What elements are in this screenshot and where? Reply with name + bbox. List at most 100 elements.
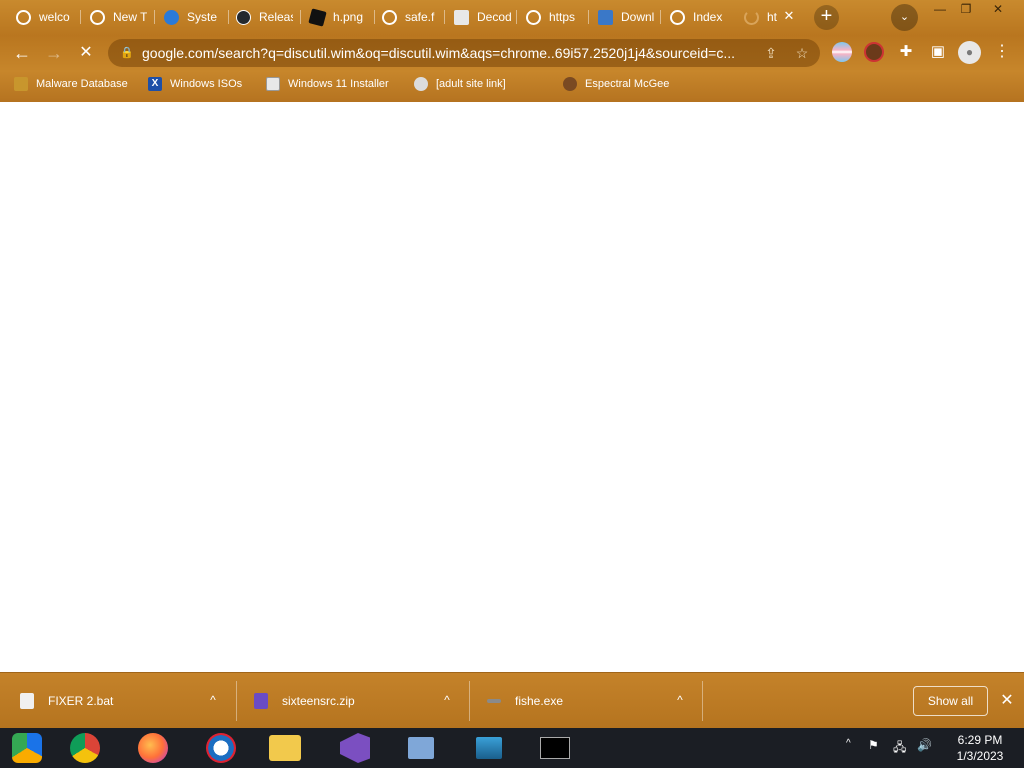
tab-label: Releas: [259, 10, 293, 24]
toolbar: ← → ✕ 🔒 google.com/search?q=discutil.wim…: [0, 36, 1024, 70]
tray-overflow-caret-icon[interactable]: ^: [846, 738, 851, 749]
back-arrow-icon: ←: [13, 43, 31, 63]
installer-icon: [476, 737, 502, 759]
taskbar-app-file-explorer[interactable]: [260, 731, 310, 765]
side-panel-icon[interactable]: ▣: [928, 42, 948, 62]
task-view-icon: [408, 737, 434, 759]
tab-separator: [154, 10, 155, 24]
tab-label: Downl: [621, 10, 655, 24]
bookmark-label: Malware Database: [36, 78, 128, 90]
download-options-caret-icon[interactable]: ^: [673, 693, 687, 707]
tab-separator: [80, 10, 81, 24]
tab-label: welco: [39, 10, 70, 24]
chrome-menu-button[interactable]: ⋮: [992, 42, 1012, 62]
github-icon: [236, 9, 251, 25]
download-separator: [236, 681, 237, 721]
close-downloads-shelf-button[interactable]: ✕: [998, 692, 1016, 710]
exe-file-icon: [487, 699, 501, 703]
tab-close-button[interactable]: ✕: [782, 9, 796, 23]
taskbar-app-chrome[interactable]: [60, 731, 110, 765]
download-item[interactable]: fishe.exe ^: [487, 679, 697, 723]
tab-decode[interactable]: Decod: [446, 4, 516, 30]
taskbar-app-cmd[interactable]: [530, 731, 580, 765]
bookmark-windows-isos[interactable]: X Windows ISOs: [148, 75, 242, 93]
tab-downloads[interactable]: Downl: [590, 4, 660, 30]
taskbar-app-chrome-canary[interactable]: [2, 731, 52, 765]
download-filename: FIXER 2.bat: [48, 694, 114, 708]
tab-label: Index: [693, 10, 723, 24]
taskbar-app-visual-studio[interactable]: [330, 731, 380, 765]
forward-button[interactable]: →: [41, 40, 67, 66]
tab-active-loading[interactable]: ht: [736, 4, 780, 30]
tab-safe[interactable]: safe.f: [374, 4, 444, 30]
chrome-icon: [70, 733, 100, 763]
forward-arrow-icon: →: [45, 43, 63, 63]
action-center-flag-icon[interactable]: ⚑: [868, 738, 879, 752]
window-minimize-button[interactable]: —: [926, 0, 954, 18]
taskbar-app-task-view[interactable]: [396, 731, 446, 765]
bookmark-star-icon[interactable]: ☆: [793, 44, 811, 62]
volume-icon[interactable]: 🔊: [917, 738, 932, 752]
bookmark-label: [adult site link]: [436, 78, 506, 90]
folder-icon: [14, 77, 28, 91]
clock-time: 6:29 PM: [957, 733, 1003, 747]
bookmark-windows-11-installer[interactable]: Windows 11 Installer: [266, 75, 389, 93]
show-all-downloads-button[interactable]: Show all: [913, 686, 988, 716]
system-clock[interactable]: 6:29 PM 1/3/2023: [944, 732, 1016, 764]
cloud-icon: [164, 9, 179, 25]
download-item[interactable]: FIXER 2.bat ^: [20, 679, 230, 723]
tab-https[interactable]: https: [518, 4, 588, 30]
tab-label: Decod: [477, 10, 511, 24]
back-button[interactable]: ←: [9, 40, 35, 66]
extensions-puzzle-icon[interactable]: ✚: [896, 42, 916, 62]
image-icon: [266, 77, 280, 91]
stop-icon: ✕: [79, 44, 93, 61]
share-icon[interactable]: ⇪: [762, 44, 780, 62]
window-close-button[interactable]: ✕: [984, 0, 1012, 18]
tab-new-tab[interactable]: New T: [82, 4, 152, 30]
stop-loading-button[interactable]: ✕: [73, 40, 99, 66]
taskbar-app-firefox[interactable]: [128, 731, 178, 765]
bookmarks-bar: Malware Database X Windows ISOs Windows …: [0, 72, 1024, 96]
taskbar-app-installer[interactable]: [464, 731, 514, 765]
browser-chrome: welco New T Syste Releas h.png safe.f De…: [0, 0, 1024, 102]
tab-index[interactable]: Index: [662, 4, 732, 30]
chrome-globe-icon: [16, 9, 31, 25]
tab-separator: [300, 10, 301, 24]
tab-search-button[interactable]: ⌄: [891, 4, 918, 31]
new-tab-button[interactable]: +: [814, 5, 839, 30]
extension-flag-icon[interactable]: [832, 42, 852, 62]
bookmark-malware-database[interactable]: Malware Database: [14, 75, 128, 93]
tab-separator: [588, 10, 589, 24]
bookmark-espectral-mcgee[interactable]: Espectral McGee: [563, 75, 669, 93]
visual-studio-icon: [340, 733, 370, 763]
taskbar-app-opera[interactable]: [196, 731, 246, 765]
tab-label: ht: [767, 10, 778, 24]
tab-welcome[interactable]: welco: [8, 4, 78, 30]
downloads-shelf: FIXER 2.bat ^ sixteensrc.zip ^ fishe.exe…: [0, 672, 1024, 728]
bookmark-adult-site[interactable]: [adult site link]: [414, 75, 506, 93]
download-separator: [702, 681, 703, 721]
profile-avatar-icon[interactable]: ●: [958, 41, 981, 64]
tab-system[interactable]: Syste: [156, 4, 226, 30]
window-restore-button[interactable]: ❐: [952, 0, 980, 18]
download-options-caret-icon[interactable]: ^: [440, 693, 454, 707]
cmd-icon: [540, 737, 570, 759]
address-bar[interactable]: 🔒 google.com/search?q=discutil.wim&oq=di…: [108, 39, 820, 67]
extension-avatar-icon[interactable]: [864, 42, 884, 62]
chrome-canary-icon: [12, 733, 42, 763]
download-options-caret-icon[interactable]: ^: [206, 693, 220, 707]
bookmark-label: Windows ISOs: [170, 78, 243, 90]
loading-icon: [744, 9, 759, 25]
tab-strip: welco New T Syste Releas h.png safe.f De…: [0, 0, 1024, 34]
tab-releases[interactable]: Releas: [228, 4, 298, 30]
tab-separator: [444, 10, 445, 24]
opera-icon: [206, 733, 236, 763]
x-logo-icon: X: [148, 77, 162, 91]
download-filename: fishe.exe: [515, 694, 564, 708]
tab-label: safe.f: [405, 10, 435, 24]
address-url[interactable]: google.com/search?q=discutil.wim&oq=disc…: [142, 45, 752, 61]
network-icon[interactable]: 🖧: [893, 738, 906, 759]
tab-h-png[interactable]: h.png: [302, 4, 372, 30]
download-item[interactable]: sixteensrc.zip ^: [254, 679, 464, 723]
